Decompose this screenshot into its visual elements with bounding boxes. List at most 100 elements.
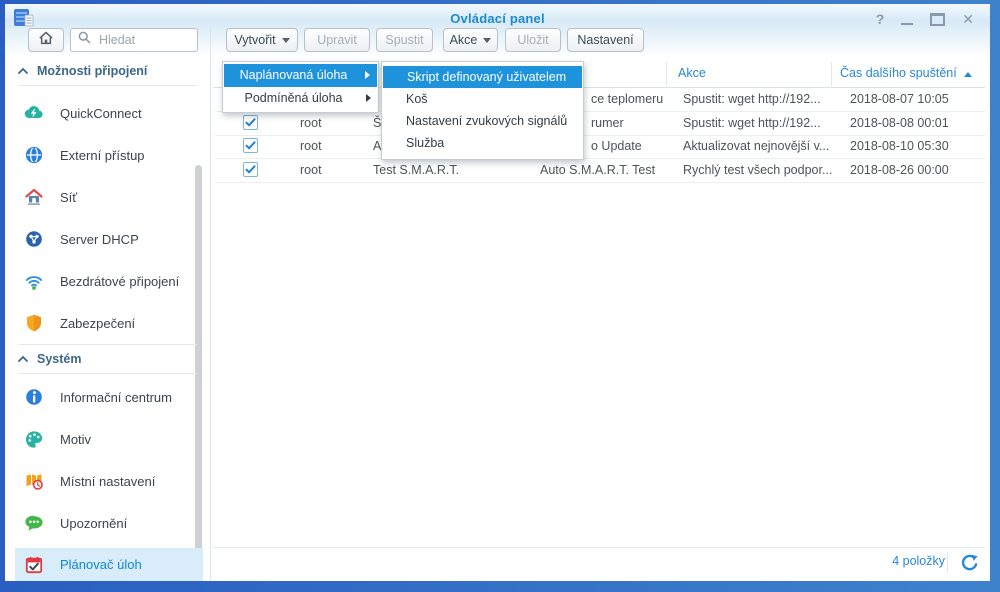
sidebar-item-m-stn-nastaven-[interactable]: Místní nastavení <box>15 464 203 498</box>
submenu-item-label: Skript definovaný uživatelem <box>407 70 566 84</box>
sidebar-section-label: Systém <box>37 352 81 366</box>
footer-divider <box>213 547 985 548</box>
submenu-item-nastaven-zvukov-ch-sign-l-[interactable]: Nastavení zvukových signálů <box>382 110 583 132</box>
submenu-item-ko-[interactable]: Koš <box>382 88 583 110</box>
sidebar-item-bezdr-tov-p-ipojen-[interactable]: Bezdrátové připojení <box>15 264 203 298</box>
sidebar-item-upozorn-n-[interactable]: Upozornění <box>15 506 203 540</box>
cell-task-type: rumer <box>591 112 624 135</box>
toolbar-button-label: Nastavení <box>577 33 633 47</box>
cell-next-run-time: 2018-08-26 00:00 <box>850 159 949 182</box>
maximize-icon[interactable] <box>930 13 945 26</box>
table-row[interactable]: rootTest S.M.A.R.T.Auto S.M.A.R.T. TestR… <box>215 159 985 183</box>
sidebar-item-informa-n-centrum[interactable]: Informační centrum <box>15 380 203 414</box>
cell-action: Aktualizovat nejnovější v... <box>683 135 829 158</box>
window-title: Ovládací panel <box>5 11 990 26</box>
dhcp-server-icon <box>24 229 44 249</box>
sidebar-item-server-dhcp[interactable]: Server DHCP <box>15 222 203 256</box>
akce-button[interactable]: Akce <box>443 28 498 52</box>
search-input[interactable] <box>97 32 191 48</box>
create-submenu: Skript definovaný uživatelem Koš Nastavení… <box>381 61 584 160</box>
cell-owner: root <box>300 112 322 135</box>
sidebar-item-label: Externí přístup <box>60 148 145 163</box>
cell-owner: root <box>300 135 322 158</box>
table-row[interactable]: rootŠrumerSpustit: wget http://192...201… <box>215 112 985 136</box>
chevron-down-icon <box>282 38 290 43</box>
cell-next-run-time: 2018-08-08 00:01 <box>850 112 949 135</box>
menu-item-napl-novan-loha[interactable]: Naplánovaná úloha <box>224 64 377 87</box>
sidebar-item-label: Informační centrum <box>60 390 172 405</box>
submenu-item-label: Služba <box>406 136 444 150</box>
cell-task-type: ce teplomeru <box>591 88 663 111</box>
nastaven--button[interactable]: Nastavení <box>567 28 644 52</box>
header-column-separator <box>666 62 667 86</box>
ulo-it-button[interactable]: Uložit <box>505 28 561 52</box>
close-icon[interactable] <box>962 12 974 26</box>
toolbar-button-label: Spustit <box>385 33 423 47</box>
minimize-icon[interactable] <box>901 13 913 25</box>
shield-icon <box>24 313 44 333</box>
section-divider <box>18 344 197 345</box>
toolbar-button-label: Vytvořit <box>234 33 275 47</box>
create-menu: Naplánovaná úloha Podmíněná úloha <box>222 61 379 113</box>
chevron-down-icon <box>483 38 491 43</box>
menu-item-label: Naplánovaná úloha <box>240 68 348 82</box>
globe-icon <box>24 145 44 165</box>
info-icon <box>24 387 44 407</box>
section-divider <box>18 373 197 374</box>
sidebar-item-label: Místní nastavení <box>60 474 155 489</box>
cell-task-type: o Update <box>591 135 642 158</box>
sidebar-section-label: Možnosti připojení <box>37 64 147 78</box>
sidebar-item-pl-nova-loh[interactable]: Plánovač úloh <box>15 548 203 581</box>
home-button[interactable] <box>28 28 64 52</box>
cell-task-name: Test S.M.A.R.T. <box>373 159 459 182</box>
refresh-button[interactable] <box>960 554 978 572</box>
sidebar-item-label: Síť <box>60 190 77 205</box>
upravit-button[interactable]: Upravit <box>304 28 370 52</box>
help-icon[interactable] <box>876 12 885 26</box>
vytvo-it-button[interactable]: Vytvořit <box>226 28 298 52</box>
sidebar-item-label: Plánovač úloh <box>60 557 142 572</box>
spustit-button[interactable]: Spustit <box>376 28 433 52</box>
cell-action: Spustit: wget http://192... <box>683 88 821 111</box>
footer-separator <box>947 552 948 573</box>
task-calendar-icon <box>24 555 44 575</box>
sidebar-item-label: QuickConnect <box>60 106 142 121</box>
sidebar-item-label: Motiv <box>60 432 91 447</box>
column-header-action[interactable]: Akce <box>678 66 706 80</box>
submenu-arrow-icon <box>366 94 371 102</box>
toolbar-button-label: Akce <box>450 33 478 47</box>
submenu-item-label: Nastavení zvukových signálů <box>406 114 567 128</box>
cell-owner: root <box>300 159 322 182</box>
enabled-checkbox[interactable] <box>243 115 258 130</box>
menu-item-podm-n-n-loha[interactable]: Podmíněná úloha <box>223 87 378 110</box>
network-house-icon <box>24 187 44 207</box>
sidebar-item-label: Zabezpečení <box>60 316 135 331</box>
sidebar-item-extern-p-stup[interactable]: Externí přístup <box>15 138 203 172</box>
chevron-up-icon <box>18 352 28 366</box>
cell-next-run-time: 2018-08-07 10:05 <box>850 88 949 111</box>
cell-task-type: Auto S.M.A.R.T. Test <box>540 159 655 182</box>
menu-item-label: Podmíněná úloha <box>245 91 343 105</box>
sidebar-item-zabezpe-en-[interactable]: Zabezpečení <box>15 306 203 340</box>
sidebar-item-motiv[interactable]: Motiv <box>15 422 203 456</box>
toolbar-button-label: Uložit <box>517 33 548 47</box>
search-box <box>70 28 198 52</box>
sidebar-section-header[interactable]: Systém <box>18 352 81 366</box>
table-row[interactable]: rootAo UpdateAktualizovat nejnovější v..… <box>215 135 985 159</box>
submenu-arrow-icon <box>365 71 370 79</box>
sidebar-item-quickconnect[interactable]: QuickConnect <box>15 96 203 130</box>
window-controls <box>876 12 974 26</box>
sidebar-divider <box>210 28 211 581</box>
enabled-checkbox[interactable] <box>243 138 258 153</box>
column-header-next-run[interactable]: Čas dalšího spuštění <box>840 66 972 80</box>
cell-next-run-time: 2018-08-10 05:30 <box>850 135 949 158</box>
submenu-item-skript-definovan-u-ivatelem[interactable]: Skript definovaný uživatelem <box>383 66 582 88</box>
submenu-item-slu-ba[interactable]: Služba <box>382 132 583 154</box>
item-count-label: 4 položky <box>892 554 945 568</box>
sidebar-item-label: Bezdrátové připojení <box>60 274 179 289</box>
enabled-checkbox[interactable] <box>243 162 258 177</box>
sidebar-section-header[interactable]: Možnosti připojení <box>18 64 147 78</box>
chevron-up-icon <box>18 64 28 78</box>
sidebar-item-s-[interactable]: Síť <box>15 180 203 214</box>
submenu-item-label: Koš <box>406 92 428 106</box>
